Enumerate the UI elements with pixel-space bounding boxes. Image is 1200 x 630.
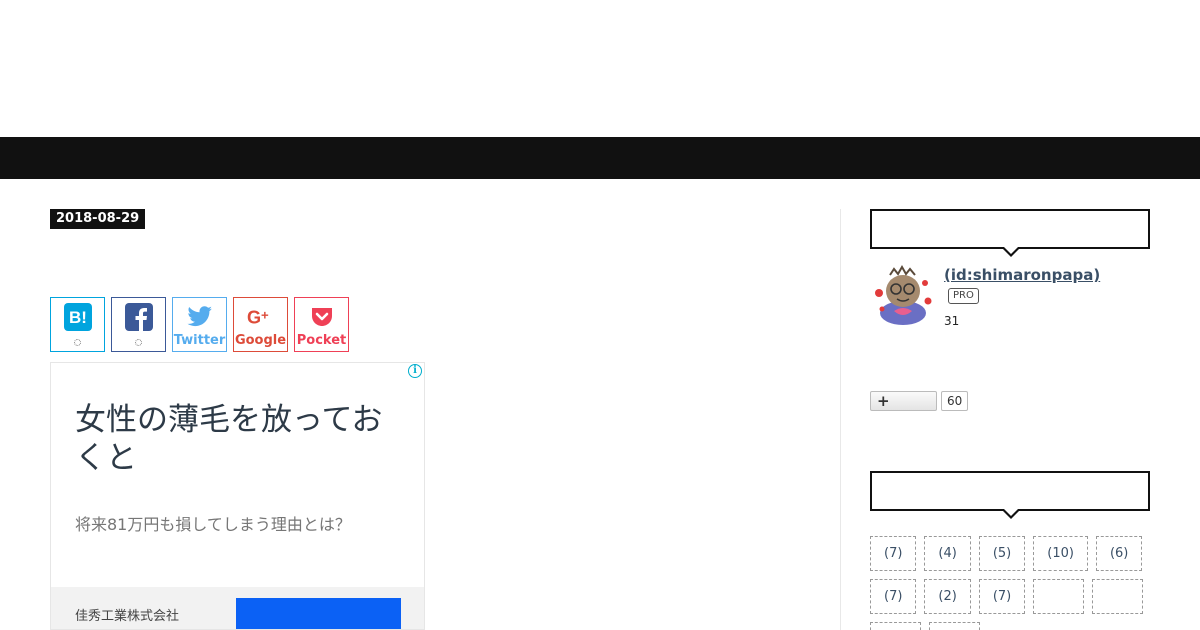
follower-count[interactable]: 60 <box>941 391 969 411</box>
category-item[interactable]: (5) <box>978 536 1026 571</box>
category-item[interactable]: (7) <box>978 579 1026 614</box>
category-list: (7) (4) (5) (10) (6) (7) (2) (7) <box>870 536 1160 630</box>
hatena-bookmark-icon: B! <box>63 303 92 331</box>
category-item[interactable]: (7) <box>870 579 917 614</box>
hatena-bookmark-button[interactable]: B! <box>50 297 105 352</box>
twitter-bird-icon <box>186 303 214 331</box>
ad-cta-button[interactable] <box>236 598 401 629</box>
category-item[interactable]: (2) <box>924 579 971 614</box>
post-date[interactable]: 2018-08-29 <box>50 209 146 229</box>
pocket-icon <box>308 303 336 331</box>
svg-text:+: + <box>261 307 269 322</box>
pocket-label: Pocket <box>296 333 347 348</box>
loading-spinner-icon <box>74 339 81 346</box>
share-buttons: B! Twitter G + Google Pocket <box>50 297 349 352</box>
facebook-icon <box>124 303 153 331</box>
google-label: Google <box>234 333 287 348</box>
pocket-share-button[interactable]: Pocket <box>294 297 349 352</box>
profile-count: 31 <box>944 314 960 328</box>
category-item[interactable]: (4) <box>924 536 971 571</box>
ad-info-icon[interactable]: i <box>408 364 422 378</box>
twitter-share-button[interactable]: Twitter <box>172 297 227 352</box>
header-area <box>0 0 1200 137</box>
category-module-title <box>870 471 1150 519</box>
pro-badge: PRO <box>948 288 979 304</box>
facebook-share-button[interactable] <box>111 297 166 352</box>
category-item[interactable] <box>870 622 921 630</box>
category-item[interactable]: (7) <box>870 536 917 571</box>
global-navbar <box>0 137 1200 179</box>
ad-footer: 佳秀工業株式会社 <box>51 587 424 629</box>
ad-description[interactable]: 将来81万円も損してしまう理由とは？ <box>75 511 351 535</box>
profile-id-link[interactable]: (id:shimaronpapa) <box>944 266 1100 284</box>
ad-headline[interactable]: 女性の薄毛を放っておくと <box>75 401 395 477</box>
svg-text:B!: B! <box>69 308 87 327</box>
profile-avatar[interactable] <box>870 263 934 327</box>
twitter-label: Twitter <box>173 333 226 348</box>
category-item[interactable]: (6) <box>1095 536 1143 571</box>
loading-spinner-icon <box>135 339 142 346</box>
google-plus-icon: G + <box>247 303 275 331</box>
sidebar-divider <box>840 209 841 630</box>
category-item[interactable]: (10) <box>1033 536 1088 571</box>
plus-icon: + <box>877 392 890 410</box>
advertisement[interactable]: i 女性の薄毛を放っておくと 将来81万円も損してしまう理由とは？ 佳秀工業株式… <box>50 362 425 630</box>
category-item[interactable] <box>1033 579 1085 614</box>
follow-button[interactable]: + <box>870 391 937 411</box>
google-plus-share-button[interactable]: G + Google <box>233 297 288 352</box>
ad-advertiser[interactable]: 佳秀工業株式会社 <box>75 605 179 624</box>
svg-text:G: G <box>247 308 261 328</box>
profile-module-title <box>870 209 1150 257</box>
category-item[interactable] <box>929 622 980 630</box>
category-item[interactable] <box>1092 579 1144 614</box>
